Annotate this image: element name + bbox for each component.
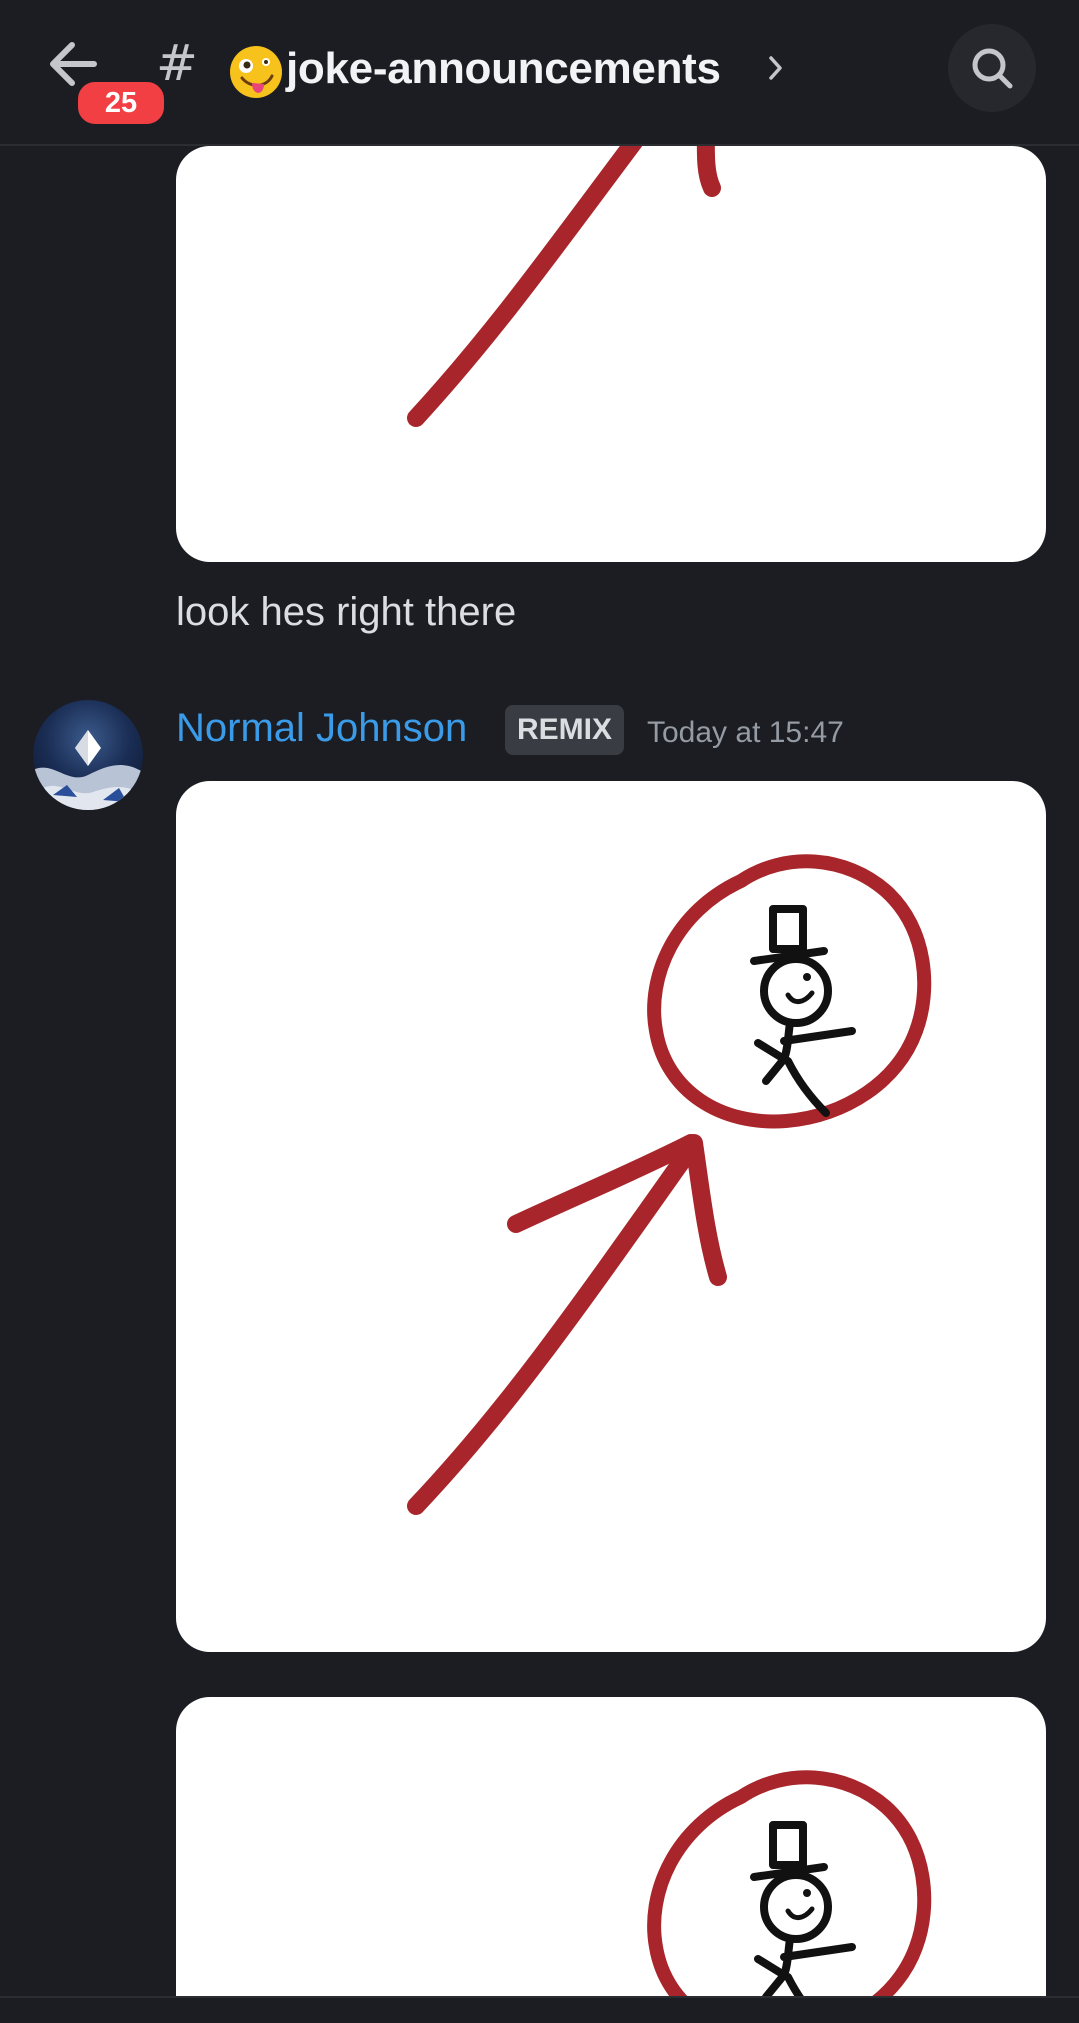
avatar[interactable]	[33, 700, 143, 810]
image-attachment-bottom[interactable]	[176, 1697, 1046, 2023]
search-icon	[972, 48, 1013, 89]
discord-app: look hes right there Normal Johnson REMI…	[0, 0, 1079, 2023]
channel-hash-icon: #	[156, 34, 198, 92]
search-button[interactable]	[948, 24, 1036, 112]
message-text: look hes right there	[176, 590, 517, 634]
author-name[interactable]: Normal Johnson	[176, 706, 467, 751]
zany-face-icon	[230, 46, 282, 98]
channel-header: 25 # joke-announcements	[0, 0, 1079, 146]
avatar-image	[33, 700, 143, 810]
stick-figure-drawing	[407, 854, 932, 1515]
stick-figure-drawing	[647, 1770, 932, 2023]
role-tag: REMIX	[505, 705, 625, 755]
message-timestamp: Today at 15:47	[647, 716, 844, 749]
unread-badge: 25	[74, 78, 168, 128]
image-attachment-top[interactable]	[176, 146, 1046, 562]
chevron-right-icon[interactable]	[768, 54, 784, 82]
stick-figure-drawing	[407, 146, 721, 427]
image-attachment[interactable]	[176, 781, 1046, 1652]
channel-name[interactable]: joke-announcements	[286, 44, 721, 94]
bottom-edge	[0, 1996, 1079, 2023]
